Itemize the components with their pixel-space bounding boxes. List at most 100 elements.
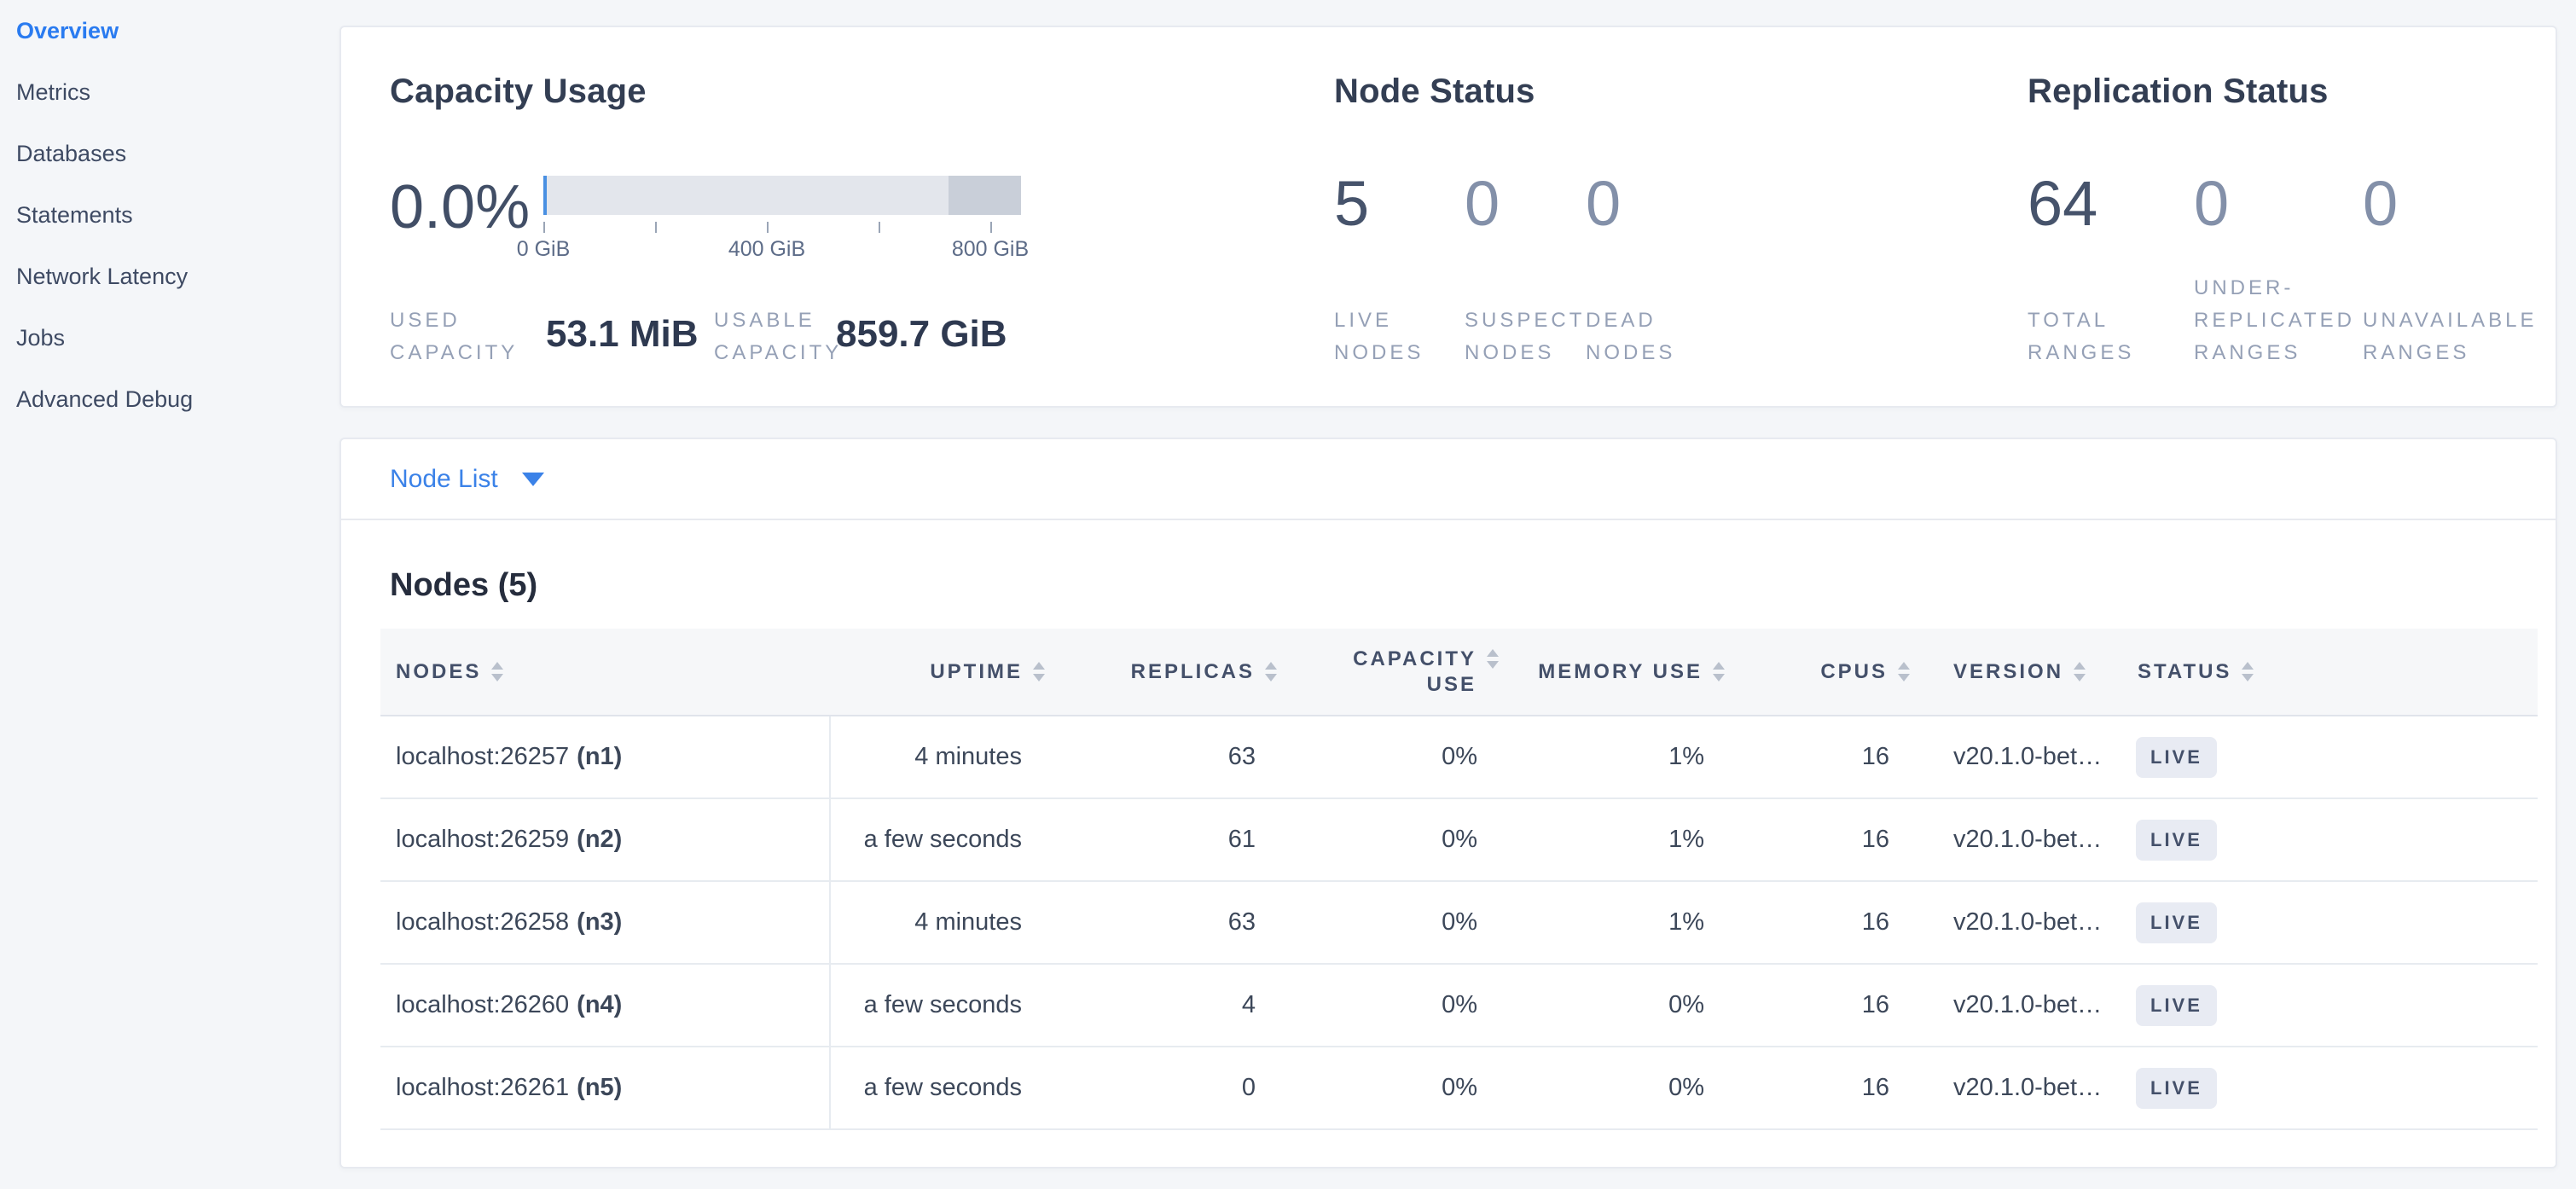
column-header-label: CPUS (1820, 660, 1888, 684)
status-cell: LIVE (2134, 965, 2538, 1046)
sort-icon (1265, 662, 1277, 682)
column-header-capacity-use[interactable]: CAPACITY USE (1285, 629, 1507, 715)
node-address: localhost:26258 (396, 908, 569, 937)
column-header-label: VERSION (1953, 660, 2063, 684)
used-capacity-label: USED CAPACITY (390, 264, 518, 369)
stat-label-line: NODES (1586, 337, 1675, 369)
column-header-label-line: CAPACITY (1353, 647, 1477, 670)
table-row-node-3[interactable]: localhost:26258 (n3) 4 minutes 63 0% 1% … (380, 882, 2538, 965)
node-address: localhost:26260 (396, 991, 569, 1019)
column-header-label: UPTIME (930, 660, 1023, 684)
sidebar-item-advanced-debug[interactable]: Advanced Debug (16, 368, 339, 430)
replicas-cell: 4 (1053, 965, 1285, 1046)
column-header-replicas[interactable]: REPLICAS (1053, 629, 1285, 715)
replicas-cell: 0 (1053, 1047, 1285, 1128)
uptime-cell: a few seconds (829, 965, 1053, 1046)
status-cell: LIVE (2134, 882, 2538, 963)
node-address: localhost:26261 (396, 1074, 569, 1102)
table-row-node-1[interactable]: localhost:26257 (n1) 4 minutes 63 0% 1% … (380, 716, 2538, 799)
node-id: (n4) (577, 991, 622, 1019)
stat-label-line: REPLICATED (2194, 304, 2355, 337)
uptime-cell: a few seconds (829, 799, 1053, 880)
used-capacity-value: 53.1 MiB (546, 316, 699, 353)
unavailable-ranges-label: UNAVAILABLE RANGES (2363, 264, 2538, 369)
usable-capacity-label-line: CAPACITY (714, 337, 842, 369)
sidebar-item-statements[interactable]: Statements (16, 184, 339, 246)
table-row-node-2[interactable]: localhost:26259 (n2) a few seconds 61 0%… (380, 799, 2538, 882)
used-capacity-label-line: CAPACITY (390, 337, 518, 369)
status-badge: LIVE (2136, 902, 2217, 943)
column-header-cpus[interactable]: CPUS (1733, 629, 1918, 715)
sidebar-item-network-latency[interactable]: Network Latency (16, 246, 339, 307)
under-replicated-ranges-label: UNDER- REPLICATED RANGES (2194, 264, 2355, 369)
replicas-cell: 63 (1053, 882, 1285, 963)
column-header-label: STATUS (2138, 660, 2231, 684)
table-row-node-5[interactable]: localhost:26261 (n5) a few seconds 0 0% … (380, 1047, 2538, 1130)
sidebar-item-metrics[interactable]: Metrics (16, 61, 339, 123)
cpus-cell: 16 (1733, 965, 1918, 1046)
sidebar-item-databases[interactable]: Databases (16, 123, 339, 184)
sort-icon (491, 662, 503, 682)
capacity-bar-used-segment (543, 176, 547, 215)
axis-tick-label: 400 GiB (690, 237, 844, 262)
sort-icon (1487, 649, 1499, 669)
axis-tick-label: 800 GiB (914, 237, 1067, 262)
node-id: (n5) (577, 1074, 622, 1102)
sort-icon (1898, 662, 1910, 682)
memory-use-cell: 0% (1507, 1047, 1733, 1128)
replicas-cell: 61 (1053, 799, 1285, 880)
axis-tick (655, 222, 657, 233)
column-header-uptime[interactable]: UPTIME (829, 629, 1053, 715)
usable-capacity-label: USABLE CAPACITY (714, 264, 842, 369)
sort-icon (1033, 662, 1045, 682)
axis-tick (990, 222, 992, 233)
live-nodes-label: LIVE NODES (1334, 264, 1424, 369)
capacity-use-cell: 0% (1285, 965, 1507, 1046)
axis-tick (767, 222, 769, 233)
status-cell: LIVE (2134, 799, 2538, 880)
overview-page: Overview Metrics Databases Statements Ne… (0, 0, 2576, 1189)
memory-use-cell: 1% (1507, 882, 1733, 963)
column-header-memory-use[interactable]: MEMORY USE (1507, 629, 1733, 715)
axis-tick-label: 0 GiB (467, 237, 620, 262)
capacity-percent: 0.0% (390, 174, 530, 241)
unavailable-ranges-count: 0 (2363, 168, 2398, 240)
column-header-status[interactable]: STATUS (2134, 629, 2538, 715)
table-header-row: NODES UPTIME REPLICAS CAPACITY (380, 629, 2538, 716)
table-row-node-4[interactable]: localhost:26260 (n4) a few seconds 4 0% … (380, 965, 2538, 1047)
sort-icon (2242, 662, 2254, 682)
dead-nodes-label: DEAD NODES (1586, 264, 1675, 369)
column-header-version[interactable]: VERSION (1918, 629, 2134, 715)
cpus-cell: 16 (1733, 716, 1918, 798)
usable-capacity-label-line: USABLE (714, 304, 842, 337)
sidebar-item-jobs[interactable]: Jobs (16, 307, 339, 368)
capacity-use-cell: 0% (1285, 799, 1507, 880)
sort-icon (2074, 662, 2086, 682)
node-list-dropdown[interactable]: Node List (341, 439, 2556, 520)
capacity-use-cell: 0% (1285, 1047, 1507, 1128)
sidebar-item-overview[interactable]: Overview (16, 0, 339, 61)
capacity-usage-title: Capacity Usage (390, 72, 647, 111)
sort-icon (1713, 662, 1725, 682)
replicas-cell: 63 (1053, 716, 1285, 798)
stat-label-line: LIVE (1334, 304, 1424, 337)
sidebar: Overview Metrics Databases Statements Ne… (0, 0, 339, 1189)
replication-status-title: Replication Status (2028, 72, 2329, 111)
stat-label-line: NODES (1334, 337, 1424, 369)
cpus-cell: 16 (1733, 1047, 1918, 1128)
version-cell: v20.1.0-bet… (1918, 1047, 2134, 1128)
status-cell: LIVE (2134, 716, 2538, 798)
under-replicated-ranges-count: 0 (2194, 168, 2229, 240)
node-address-cell: localhost:26260 (n4) (380, 965, 829, 1046)
uptime-cell: a few seconds (829, 1047, 1053, 1128)
cpus-cell: 16 (1733, 882, 1918, 963)
stat-label-line: RANGES (2194, 337, 2355, 369)
total-ranges-label: TOTAL RANGES (2028, 264, 2134, 369)
status-badge: LIVE (2136, 820, 2217, 861)
column-header-nodes[interactable]: NODES (380, 629, 829, 715)
cluster-summary-card: Capacity Usage 0.0% 0 GiB 400 GiB 800 Gi… (339, 26, 2557, 408)
capacity-use-cell: 0% (1285, 716, 1507, 798)
node-address-cell: localhost:26258 (n3) (380, 882, 829, 963)
nodes-table-title: Nodes (5) (390, 567, 537, 604)
status-cell: LIVE (2134, 1047, 2538, 1128)
